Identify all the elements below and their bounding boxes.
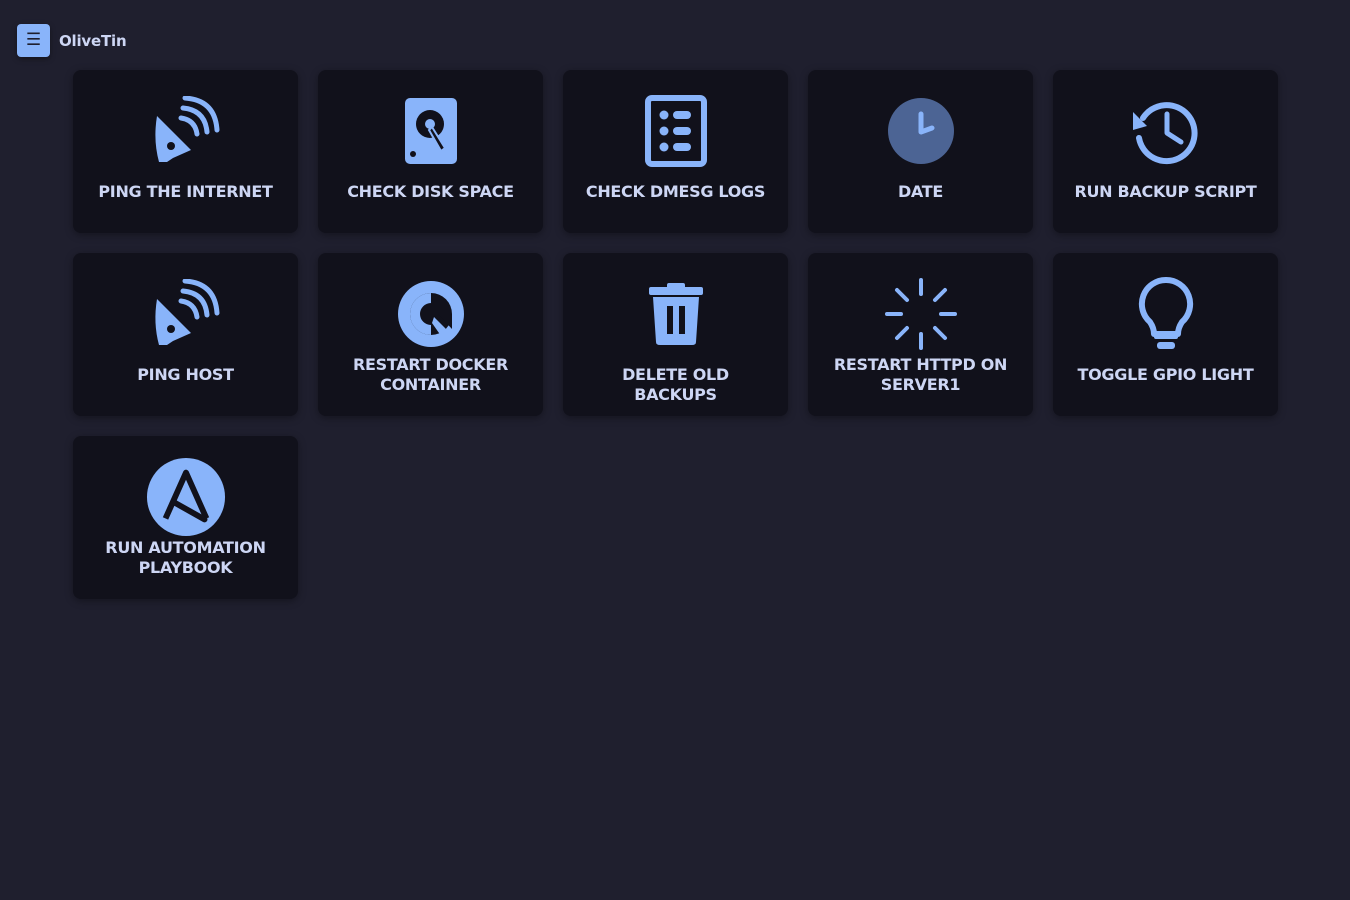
action-label: PING HOST [137,365,234,384]
hamburger-icon: ☰ [25,30,42,50]
action-label: DATE [897,182,944,201]
action-label: PING THE INTERNET [98,182,273,201]
action-ping-the-internet[interactable]: PING THE INTERNET [73,70,298,233]
action-label: DELETE OLD BACKUPS [622,365,729,404]
action-check-dmesg-logs[interactable]: CHECK DMESG LOGS [563,70,788,233]
app-header: ☰ OliveTin [17,24,127,57]
clock-icon [881,90,961,172]
restart-icon [391,273,471,355]
action-run-backup-script[interactable]: RUN BACKUP SCRIPT [1053,70,1278,233]
lightbulb-icon [1126,273,1206,355]
action-label: RESTART DOCKER CONTAINER [353,355,508,394]
ansible-icon [146,456,226,538]
spinner-icon [881,273,961,355]
trash-icon [636,273,716,355]
action-run-automation-playbook[interactable]: RUN AUTOMATION PLAYBOOK [73,436,298,599]
action-date[interactable]: DATE [808,70,1033,233]
action-check-disk-space[interactable]: CHECK DISK SPACE [318,70,543,233]
action-label: RUN AUTOMATION PLAYBOOK [105,538,266,577]
app-title: OliveTin [59,31,127,50]
satellite-dish-icon [146,90,226,172]
action-label: TOGGLE GPIO LIGHT [1077,365,1254,384]
action-delete-old-backups[interactable]: DELETE OLD BACKUPS [563,253,788,416]
action-toggle-gpio-light[interactable]: TOGGLE GPIO LIGHT [1053,253,1278,416]
action-label: RESTART HTTPD ON SERVER1 [833,355,1008,394]
action-restart-httpd-on-server1[interactable]: RESTART HTTPD ON SERVER1 [808,253,1033,416]
action-label: CHECK DISK SPACE [347,182,514,201]
action-restart-docker-container[interactable]: RESTART DOCKER CONTAINER [318,253,543,416]
action-label: RUN BACKUP SCRIPT [1074,182,1257,201]
history-icon [1126,90,1206,172]
hard-drive-icon [391,90,471,172]
satellite-dish-icon [146,273,226,355]
action-ping-host[interactable]: PING HOST [73,253,298,416]
menu-toggle-button[interactable]: ☰ [17,24,50,57]
action-grid: PING THE INTERNET CHECK DISK SPACE CHECK… [73,70,1278,599]
log-list-icon [636,90,716,172]
action-label: CHECK DMESG LOGS [585,182,766,201]
